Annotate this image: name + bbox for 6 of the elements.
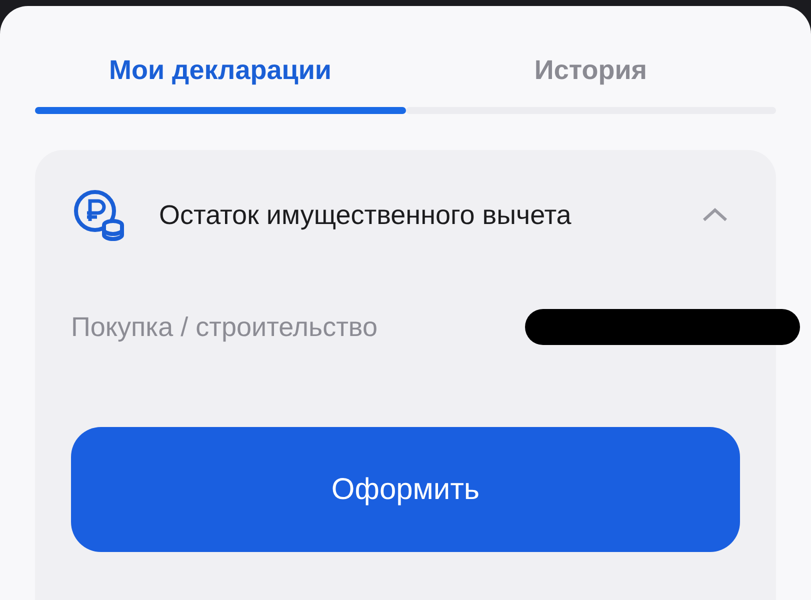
tab[interactable]: История — [406, 50, 776, 114]
ruble-coins-icon — [71, 187, 127, 243]
row-label: Покупка / строительство — [71, 310, 378, 344]
submit-button[interactable]: Оформить — [71, 427, 740, 552]
tab[interactable]: Мои декларации — [35, 50, 406, 114]
card-title: Остаток имущественного вычета — [159, 198, 572, 232]
